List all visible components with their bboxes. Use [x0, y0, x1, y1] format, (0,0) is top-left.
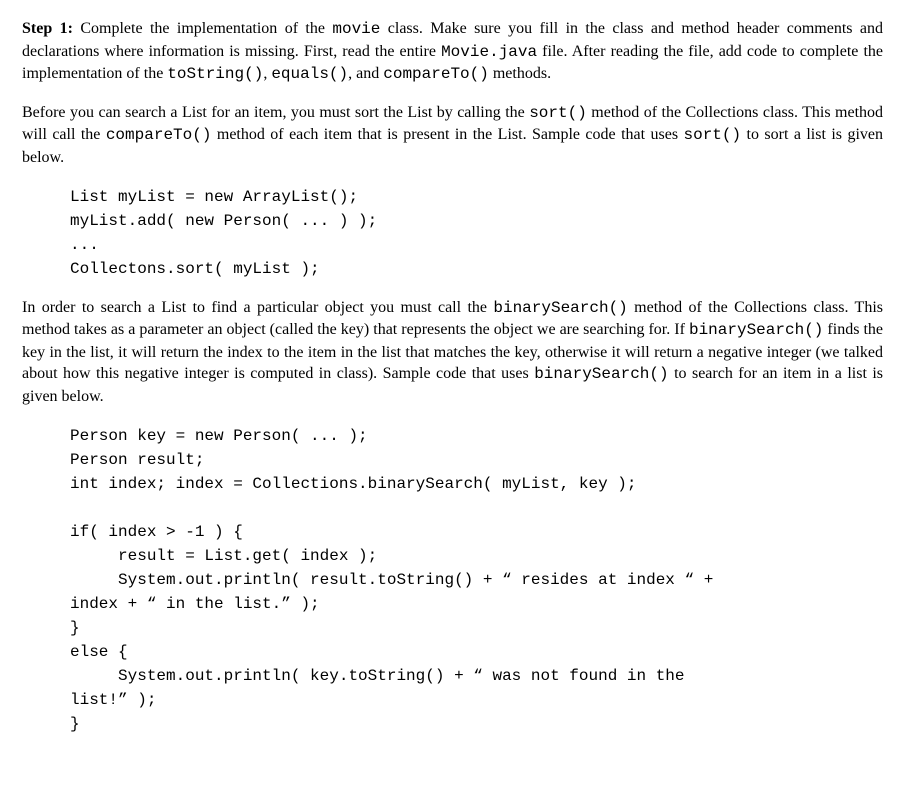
text: method of each item that is present in t…: [211, 126, 683, 143]
code-sample-binarysearch: Person key = new Person( ... ); Person r…: [22, 424, 883, 736]
code-inline: movie: [332, 20, 380, 38]
code-inline: binarySearch(): [534, 365, 668, 383]
code-inline: sort(): [529, 104, 587, 122]
paragraph-step1: Step 1: Complete the implementation of t…: [22, 18, 883, 86]
code-inline: toString(): [167, 65, 263, 83]
text: , and: [348, 65, 383, 82]
code-sample-sort: List myList = new ArrayList(); myList.ad…: [22, 185, 883, 281]
code-inline: compareTo(): [383, 65, 489, 83]
text: Complete the implementation of the: [73, 20, 332, 37]
code-inline: compareTo(): [106, 126, 212, 144]
code-inline: binarySearch(): [493, 299, 627, 317]
paragraph-binarysearch: In order to search a List to find a part…: [22, 297, 883, 408]
text: In order to search a List to find a part…: [22, 299, 493, 316]
text: methods.: [489, 65, 551, 82]
text: Before you can search a List for an item…: [22, 104, 529, 121]
code-inline: Movie.java: [441, 43, 537, 61]
code-inline: equals(): [271, 65, 348, 83]
code-inline: sort(): [683, 126, 741, 144]
paragraph-sort: Before you can search a List for an item…: [22, 102, 883, 169]
step-label: Step 1:: [22, 20, 73, 37]
code-inline: binarySearch(): [689, 321, 823, 339]
